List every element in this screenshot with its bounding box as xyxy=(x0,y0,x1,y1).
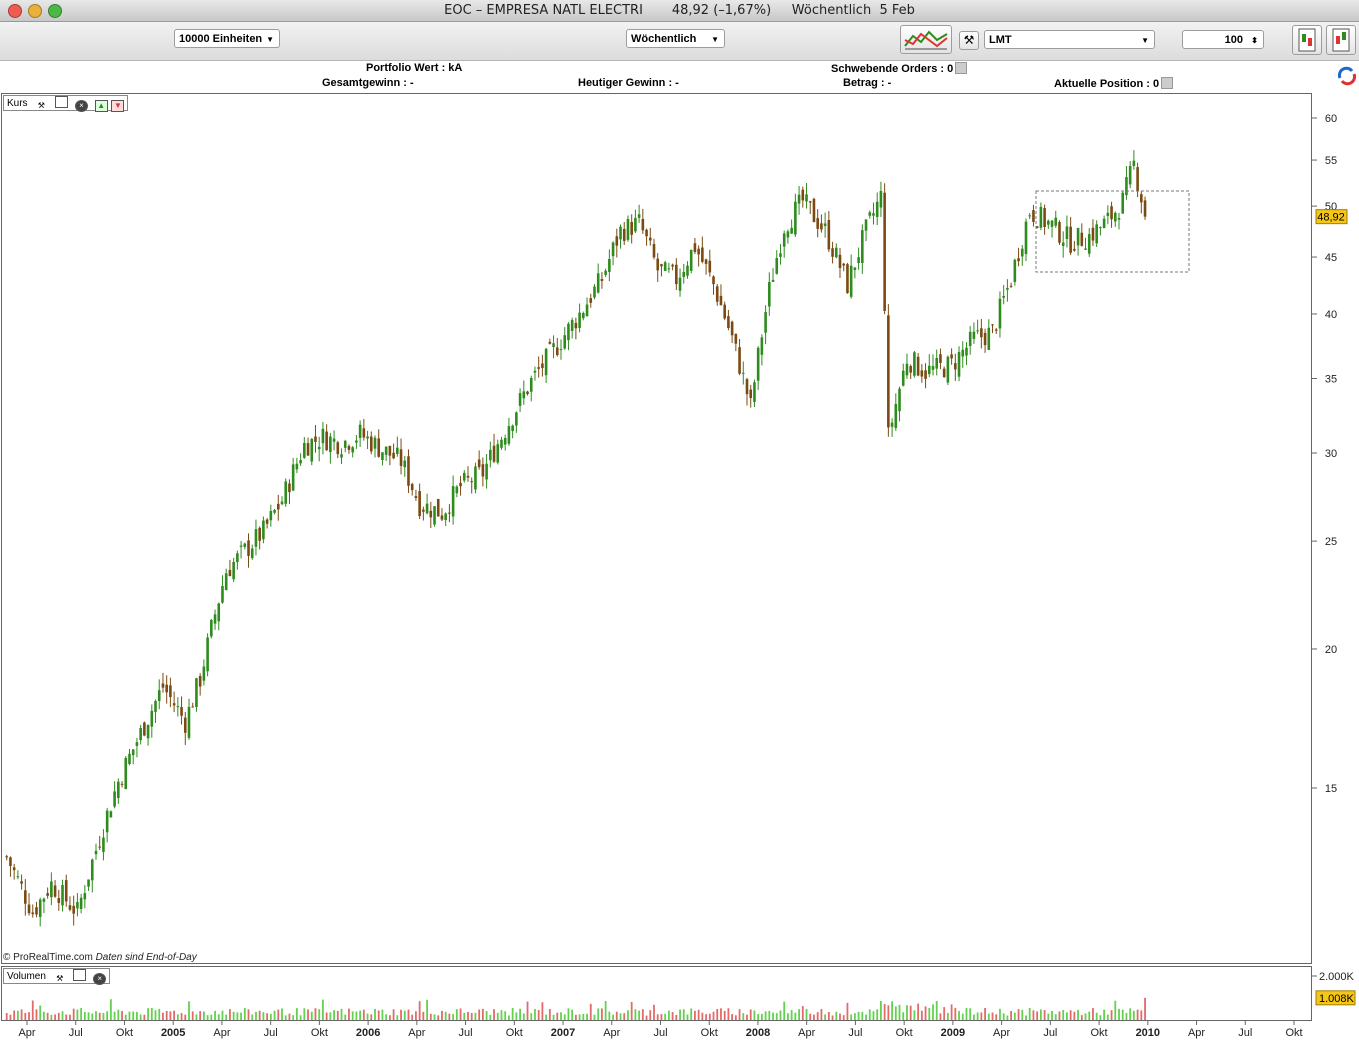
x-tick-label: Jul xyxy=(848,1027,862,1039)
vol-tick-label: 2.000K xyxy=(1319,971,1355,983)
vol-tick-label: 1.008K xyxy=(1319,993,1355,1005)
x-tick-label: Okt xyxy=(506,1027,523,1039)
current-position-label: Aktuelle Position : 0 xyxy=(1054,78,1160,90)
y-tick-label: 15 xyxy=(1325,783,1337,795)
close-icon[interactable]: × xyxy=(74,100,88,112)
copyright-eod-note: Daten sind End-of-Day xyxy=(95,952,197,963)
x-tick-label: Jul xyxy=(264,1027,278,1039)
x-tick-label: Jul xyxy=(459,1027,473,1039)
portfolio-value: Portfolio Wert : kA xyxy=(366,62,463,74)
price-chart-panel: Kurs ⚒ × ▲ ▼ xyxy=(1,93,1312,964)
sell-order-button[interactable] xyxy=(1326,25,1356,55)
volume-panel-label: Volumen xyxy=(7,971,46,982)
buy-order-icon xyxy=(1298,28,1316,52)
window-icon[interactable] xyxy=(55,96,69,108)
window-title: EOC – EMPRESA NATL ELECTRI 48,92 (–1,67%… xyxy=(444,3,915,18)
x-tick-label: Jul xyxy=(1238,1027,1252,1039)
price-axis: 15 20 25 30 35 40 45 50 55 60 xyxy=(1312,113,1337,795)
toolbar: 10000 Einheiten ▼ Wöchentlich ▼ ⚒ LMT ▼ … xyxy=(0,22,1359,61)
x-tick-label: Okt xyxy=(1285,1027,1302,1039)
units-select-value: 10000 Einheiten xyxy=(179,33,263,45)
chart-lines-icon xyxy=(904,30,948,50)
amount: Betrag : - xyxy=(843,77,892,89)
wrench-icon[interactable]: ⚒ xyxy=(53,974,67,984)
close-window-button[interactable] xyxy=(8,4,22,18)
y-tick-label: 60 xyxy=(1325,113,1337,125)
stepper-arrows-icon: ⬍ xyxy=(1251,36,1258,45)
x-tick-label: Okt xyxy=(701,1027,718,1039)
last-price-tag xyxy=(1315,209,1348,225)
y-tick-label: 45 xyxy=(1325,252,1337,264)
total-gain: Gesamtgewinn : - xyxy=(322,77,414,89)
x-tick-label: Okt xyxy=(311,1027,328,1039)
chevron-down-icon: ▼ xyxy=(711,35,719,44)
y-tick-label: 40 xyxy=(1325,309,1337,321)
x-tick-label: 2010 xyxy=(1136,1027,1160,1039)
x-tick-label: Okt xyxy=(1091,1027,1108,1039)
pending-orders: Schwebende Orders : 0 xyxy=(831,62,968,75)
refresh-arrows-icon[interactable] xyxy=(1337,66,1357,86)
x-tick-label: Apr xyxy=(1188,1027,1205,1039)
close-icon[interactable] xyxy=(955,62,968,74)
x-tick-label: Apr xyxy=(213,1027,230,1039)
zoom-window-button[interactable] xyxy=(48,4,62,18)
close-icon[interactable]: × xyxy=(93,973,107,985)
window-icon[interactable] xyxy=(73,969,87,981)
copyright-note: © ProRealTime.com Daten sind End-of-Day xyxy=(3,952,197,963)
x-tick-label: 2005 xyxy=(161,1027,185,1039)
arrow-down-icon[interactable]: ▼ xyxy=(111,100,125,112)
sell-order-icon xyxy=(1332,28,1350,52)
y-tick-label: 50 xyxy=(1325,201,1337,213)
symbol-select[interactable]: LMT ▼ xyxy=(984,30,1155,49)
units-select[interactable]: 10000 Einheiten ▼ xyxy=(174,29,280,48)
y-tick-label: 30 xyxy=(1325,448,1337,460)
last-volume-tag xyxy=(1315,990,1356,1006)
period-select[interactable]: Wöchentlich ▼ xyxy=(626,29,725,48)
minimize-window-button[interactable] xyxy=(28,4,42,18)
wrench-icon: ⚒ xyxy=(963,33,975,47)
today-gain: Heutiger Gewinn : - xyxy=(578,77,679,89)
period-select-value: Wöchentlich xyxy=(631,33,697,45)
close-icon[interactable] xyxy=(1161,77,1174,89)
symbol-settings-button[interactable]: ⚒ xyxy=(959,31,979,50)
symbol-select-value: LMT xyxy=(989,34,1012,46)
pending-orders-label: Schwebende Orders : 0 xyxy=(831,63,954,75)
x-tick-label: Apr xyxy=(408,1027,425,1039)
quantity-stepper[interactable]: 100 ⬍ xyxy=(1182,30,1264,49)
last-price-label: 48,92 xyxy=(1317,212,1345,224)
x-tick-label: Apr xyxy=(603,1027,620,1039)
current-position: Aktuelle Position : 0 xyxy=(1054,77,1174,90)
x-tick-label: 2007 xyxy=(551,1027,575,1039)
x-tick-label: Okt xyxy=(896,1027,913,1039)
y-tick-label: 25 xyxy=(1325,536,1337,548)
y-tick-label: 20 xyxy=(1325,644,1337,656)
arrow-up-icon[interactable]: ▲ xyxy=(94,100,108,112)
time-axis: Apr Jul Okt 2005 Apr Jul Okt 2006 Apr Jul Okt 2007 A… xyxy=(18,1021,1303,1039)
chart-style-button[interactable] xyxy=(900,25,952,54)
window-title-bar: EOC – EMPRESA NATL ELECTRI 48,92 (–1,67%… xyxy=(0,0,1359,22)
x-tick-label: Apr xyxy=(993,1027,1010,1039)
x-tick-label: Apr xyxy=(18,1027,35,1039)
x-tick-label: Okt xyxy=(116,1027,133,1039)
x-tick-label: 2006 xyxy=(356,1027,380,1039)
chevron-down-icon: ▼ xyxy=(266,35,274,44)
x-tick-label: 2009 xyxy=(941,1027,965,1039)
volume-panel-header: Volumen ⚒ × xyxy=(3,968,111,985)
copyright-source: © ProRealTime.com xyxy=(3,952,93,963)
wrench-icon[interactable]: ⚒ xyxy=(34,101,48,111)
y-tick-label: 35 xyxy=(1325,373,1337,385)
y-tick-label: 55 xyxy=(1325,155,1337,167)
x-tick-label: Apr xyxy=(798,1027,815,1039)
chevron-down-icon: ▼ xyxy=(1141,36,1149,45)
volume-axis: 2.000K 1.008K xyxy=(1312,971,1356,1006)
quantity-value: 100 xyxy=(1224,34,1243,46)
x-tick-label: 2008 xyxy=(746,1027,770,1039)
buy-order-button[interactable] xyxy=(1292,25,1322,55)
volume-chart-panel: Volumen ⚒ × xyxy=(1,966,1312,1021)
price-panel-header: Kurs ⚒ × ▲ ▼ xyxy=(3,95,129,112)
price-panel-label: Kurs xyxy=(7,98,28,109)
x-tick-label: Jul xyxy=(69,1027,83,1039)
x-tick-label: Jul xyxy=(1043,1027,1057,1039)
x-tick-label: Jul xyxy=(653,1027,667,1039)
